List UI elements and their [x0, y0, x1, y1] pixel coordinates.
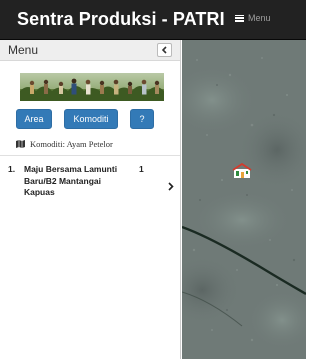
komoditi-button[interactable]: Komoditi: [64, 109, 118, 129]
banner-photo: [20, 73, 164, 101]
area-button[interactable]: Area: [16, 109, 52, 129]
hamburger-icon: [235, 14, 244, 22]
result-count: 1: [139, 164, 144, 174]
chevron-right-icon[interactable]: [168, 182, 174, 191]
menu-toggle-button[interactable]: Menu: [235, 13, 271, 23]
sidebar-title: Menu: [8, 43, 39, 57]
sidebar-header: Menu: [0, 40, 180, 61]
sidebar: Menu Area Komoditi ? Komoditi: Ayam Pete…: [0, 40, 181, 359]
app-title[interactable]: Sentra Produksi - PATRI: [17, 9, 225, 30]
menu-toggle-label: Menu: [248, 13, 271, 23]
selected-komoditi: Komoditi: Ayam Petelor: [16, 139, 113, 149]
selected-komoditi-text: Komoditi: Ayam Petelor: [30, 139, 113, 149]
map-icon: [16, 140, 25, 148]
collapse-sidebar-button[interactable]: [157, 43, 172, 57]
satellite-map: [182, 40, 306, 359]
house-marker-icon[interactable]: [232, 163, 252, 179]
navbar: Sentra Produksi - PATRI Menu: [0, 0, 306, 40]
help-button[interactable]: ?: [130, 109, 154, 129]
result-name: Maju Bersama Lamunti Baru/B2 Mantangai K…: [24, 164, 118, 197]
divider: [0, 155, 180, 156]
map-view[interactable]: [182, 40, 306, 359]
farmers-photo: [20, 73, 164, 101]
chevron-left-icon: [161, 46, 167, 54]
result-number: 1.: [8, 164, 16, 174]
